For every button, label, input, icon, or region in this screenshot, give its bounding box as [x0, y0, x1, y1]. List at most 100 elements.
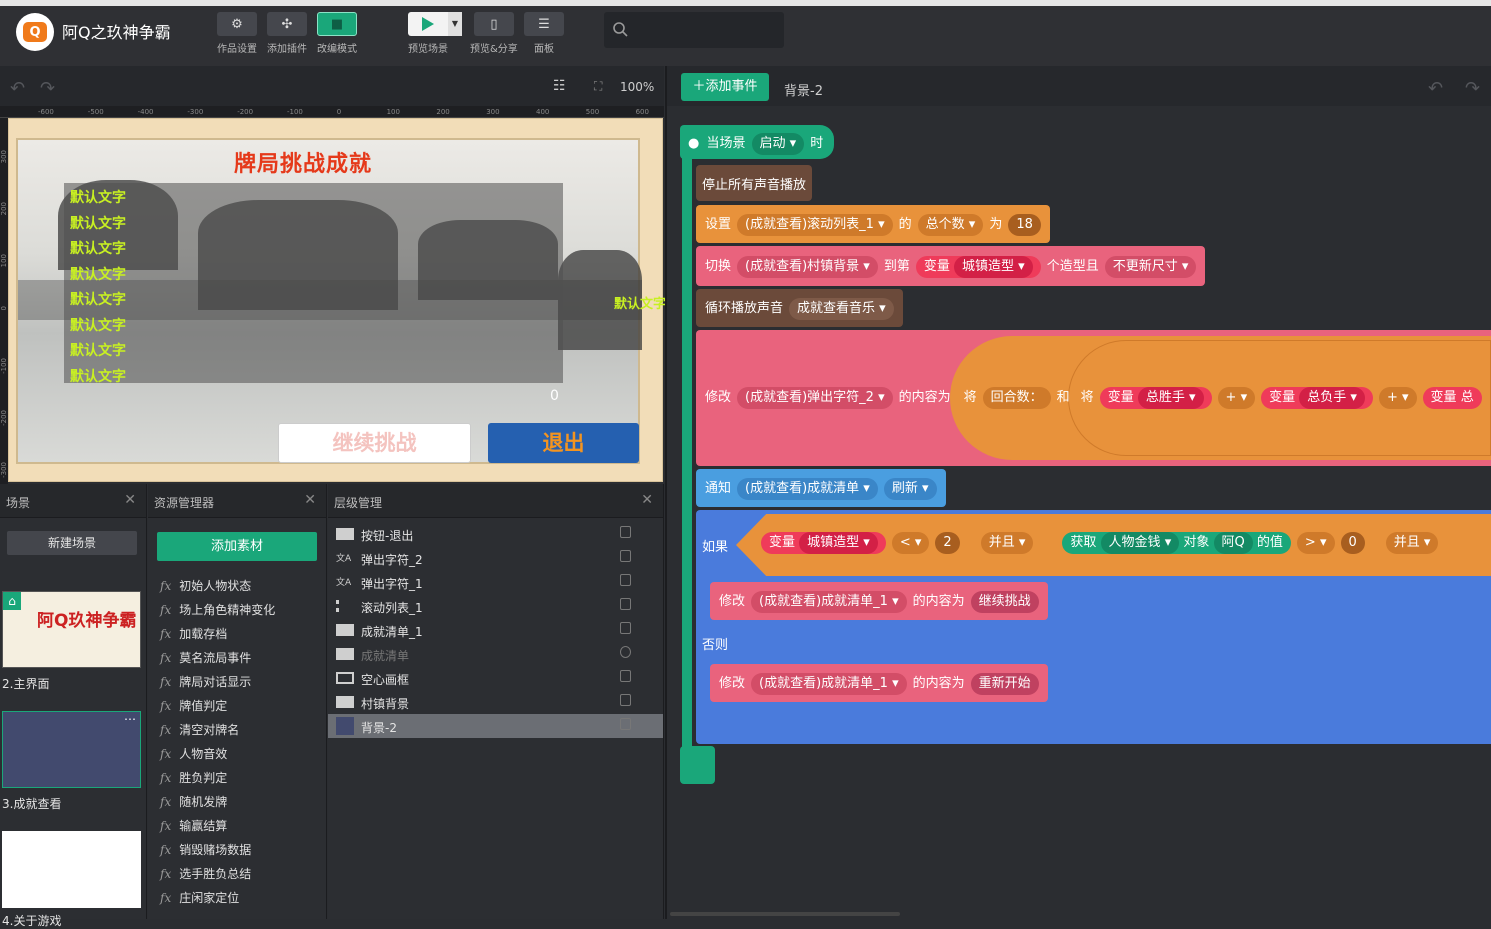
- else-target-select[interactable]: (成就查看)成就清单_1 ▾: [751, 673, 907, 695]
- works-settings-button[interactable]: ⚙: [217, 12, 257, 36]
- cmp-value-input-2[interactable]: 0: [1340, 532, 1365, 554]
- continue-button[interactable]: 继续挑战: [278, 423, 471, 463]
- preview-share-button[interactable]: ▯: [474, 12, 514, 36]
- resource-item[interactable]: fx 输赢结算: [160, 817, 227, 834]
- switch-var-pill[interactable]: 变量 城镇造型 ▾: [915, 256, 1041, 278]
- join-text-input[interactable]: 回合数：: [982, 387, 1051, 409]
- then-target-select[interactable]: (成就查看)成就清单_1 ▾: [751, 591, 907, 613]
- scene-label[interactable]: 3.成就查看: [2, 795, 61, 812]
- layer-row[interactable]: 滚动列表_1: [328, 594, 663, 618]
- lock-icon[interactable]: [620, 550, 631, 562]
- redo-icon[interactable]: ↷: [40, 78, 55, 99]
- search-input[interactable]: [604, 12, 784, 48]
- chevron-down-icon[interactable]: ▼: [448, 12, 462, 36]
- undo-icon[interactable]: ↶: [1428, 78, 1443, 99]
- resource-item[interactable]: fx 莫名流局事件: [160, 649, 251, 666]
- resource-item[interactable]: fx 牌值判定: [160, 697, 227, 714]
- loop-sound-select[interactable]: 成就查看音乐 ▾: [789, 298, 894, 320]
- switch-costume-block[interactable]: 切换 (成就查看)村镇背景 ▾ 到第 变量 城镇造型 ▾ 个造型且 不更新尺寸 ▾: [696, 246, 1206, 286]
- scene-label[interactable]: 2.主界面: [2, 675, 49, 692]
- notify-action-select[interactable]: 刷新 ▾: [883, 478, 937, 500]
- cmp-select[interactable]: < ▾: [891, 532, 930, 554]
- var-select-1[interactable]: 总胜手 ▾: [1137, 387, 1204, 409]
- resource-item[interactable]: fx 随机发牌: [160, 793, 227, 810]
- get-attr-pill[interactable]: 获取 人物金钱 ▾ 对象 阿Q 的值: [1062, 532, 1291, 554]
- layer-row[interactable]: 背景-2: [328, 714, 663, 738]
- scene-thumbnail[interactable]: [2, 831, 141, 908]
- then-value-input[interactable]: 继续挑战: [970, 591, 1039, 613]
- switch-target-select[interactable]: (成就查看)村镇背景 ▾: [737, 256, 878, 278]
- close-icon[interactable]: ✕: [124, 492, 136, 508]
- horizontal-scrollbar[interactable]: [670, 912, 900, 916]
- close-icon[interactable]: ✕: [304, 492, 316, 508]
- modify-target-select[interactable]: (成就查看)弹出字符_2 ▾: [737, 387, 893, 409]
- new-scene-button[interactable]: 新建场景: [7, 531, 137, 555]
- set-target-select[interactable]: (成就查看)滚动列表_1 ▾: [737, 214, 893, 236]
- preview-scene-button[interactable]: ▼: [408, 12, 462, 36]
- and-select-2[interactable]: 并且 ▾: [1385, 532, 1439, 554]
- event-header-block[interactable]: ● 当场景 启动 ▾ 时: [680, 125, 835, 159]
- resource-item[interactable]: fx 胜负判定: [160, 769, 227, 786]
- else-value-input[interactable]: 重新开始: [970, 673, 1039, 695]
- lock-icon[interactable]: [620, 670, 631, 682]
- if-var-pill[interactable]: 变量 城镇造型 ▾: [761, 532, 886, 554]
- set-property-block[interactable]: 设置 (成就查看)滚动列表_1 ▾ 的总个数 ▾ 为 18: [696, 205, 1050, 243]
- panel-button[interactable]: ☰: [524, 12, 564, 36]
- lock-icon[interactable]: [620, 694, 631, 706]
- editor-tab[interactable]: 背景-2: [784, 80, 823, 99]
- op-select-2[interactable]: + ▾: [1378, 387, 1417, 409]
- more-icon[interactable]: ⋯: [124, 712, 136, 726]
- layer-row[interactable]: 文A 弹出字符_2: [328, 546, 663, 570]
- eye-off-icon[interactable]: [620, 646, 631, 658]
- add-material-button[interactable]: 添加素材: [157, 532, 317, 561]
- var-pill-1[interactable]: 变量 总胜手 ▾: [1099, 387, 1212, 409]
- resource-item[interactable]: fx 人物音效: [160, 745, 227, 762]
- var-select-2[interactable]: 总负手 ▾: [1299, 387, 1365, 409]
- set-prop-select[interactable]: 总个数 ▾: [917, 214, 984, 236]
- if-var-select[interactable]: 城镇造型 ▾: [799, 532, 878, 554]
- resource-item[interactable]: fx 初始人物状态: [160, 577, 251, 594]
- event-trigger-select[interactable]: 启动 ▾: [751, 133, 805, 155]
- stop-sound-block[interactable]: 停止所有声音播放: [696, 165, 813, 201]
- close-icon[interactable]: ✕: [641, 492, 653, 508]
- layer-row[interactable]: 成就清单_1: [328, 618, 663, 642]
- layer-row[interactable]: 文A 弹出字符_1: [328, 570, 663, 594]
- modify-then-block[interactable]: 修改 (成就查看)成就清单_1 ▾ 的内容为 继续挑战: [710, 582, 1048, 620]
- attr-select[interactable]: 人物金钱 ▾: [1100, 532, 1180, 554]
- lock-icon[interactable]: [620, 598, 631, 610]
- op-select-1[interactable]: + ▾: [1217, 387, 1256, 409]
- obj-select[interactable]: 阿Q: [1213, 532, 1253, 554]
- resource-item[interactable]: fx 场上角色精神变化: [160, 601, 275, 618]
- layer-row[interactable]: 村镇背景: [328, 690, 663, 714]
- resource-item[interactable]: fx 清空对牌名: [160, 721, 239, 738]
- resource-item[interactable]: fx 加载存档: [160, 625, 227, 642]
- exit-button[interactable]: 退出: [488, 423, 639, 463]
- if-block[interactable]: 如果 变量 城镇造型 ▾ < ▾ 2 并且 ▾ 获取 人物金钱 ▾ 对象 阿Q 的值 > …: [696, 510, 1491, 744]
- resource-item[interactable]: fx 选手胜负总结: [160, 865, 251, 882]
- fit-screen-icon[interactable]: ⛶: [594, 79, 602, 94]
- modify-text-block[interactable]: 修改 (成就查看)弹出字符_2 ▾ 的内容为将回合数：和将变量 总胜手 ▾ + ▾ 变量…: [696, 330, 1491, 466]
- layer-row[interactable]: 按钮-退出: [328, 522, 663, 546]
- var-pill-3[interactable]: 变量 总: [1422, 387, 1482, 409]
- lock-icon[interactable]: [620, 718, 631, 730]
- sliders-icon[interactable]: ☷: [553, 78, 566, 94]
- var-pill-2[interactable]: 变量 总负手 ▾: [1261, 387, 1373, 409]
- set-value-input[interactable]: 18: [1008, 214, 1041, 236]
- notify-block[interactable]: 通知 (成就查看)成就清单 ▾ 刷新 ▾: [696, 469, 946, 507]
- redo-icon[interactable]: ↷: [1465, 78, 1480, 99]
- add-plugin-button[interactable]: ✣: [267, 12, 307, 36]
- lock-icon[interactable]: [620, 574, 631, 586]
- layer-row[interactable]: 成就清单: [328, 642, 663, 666]
- notify-target-select[interactable]: (成就查看)成就清单 ▾: [737, 478, 878, 500]
- edit-mode-button[interactable]: ■: [317, 12, 357, 36]
- switch-var-name-select[interactable]: 城镇造型 ▾: [954, 256, 1033, 278]
- scene-thumbnail[interactable]: ⋯: [2, 711, 141, 788]
- add-event-button[interactable]: ＋添加事件: [681, 73, 769, 101]
- scene-thumbnail[interactable]: ⌂ 阿Q玖神争霸: [2, 591, 141, 668]
- lock-icon[interactable]: [620, 622, 631, 634]
- scene-label[interactable]: 4.关于游戏: [2, 912, 61, 929]
- resource-item[interactable]: fx 销毁赌场数据: [160, 841, 251, 858]
- layer-row[interactable]: 空心画框: [328, 666, 663, 690]
- undo-icon[interactable]: ↶: [10, 78, 25, 99]
- and-select[interactable]: 并且 ▾: [980, 532, 1034, 554]
